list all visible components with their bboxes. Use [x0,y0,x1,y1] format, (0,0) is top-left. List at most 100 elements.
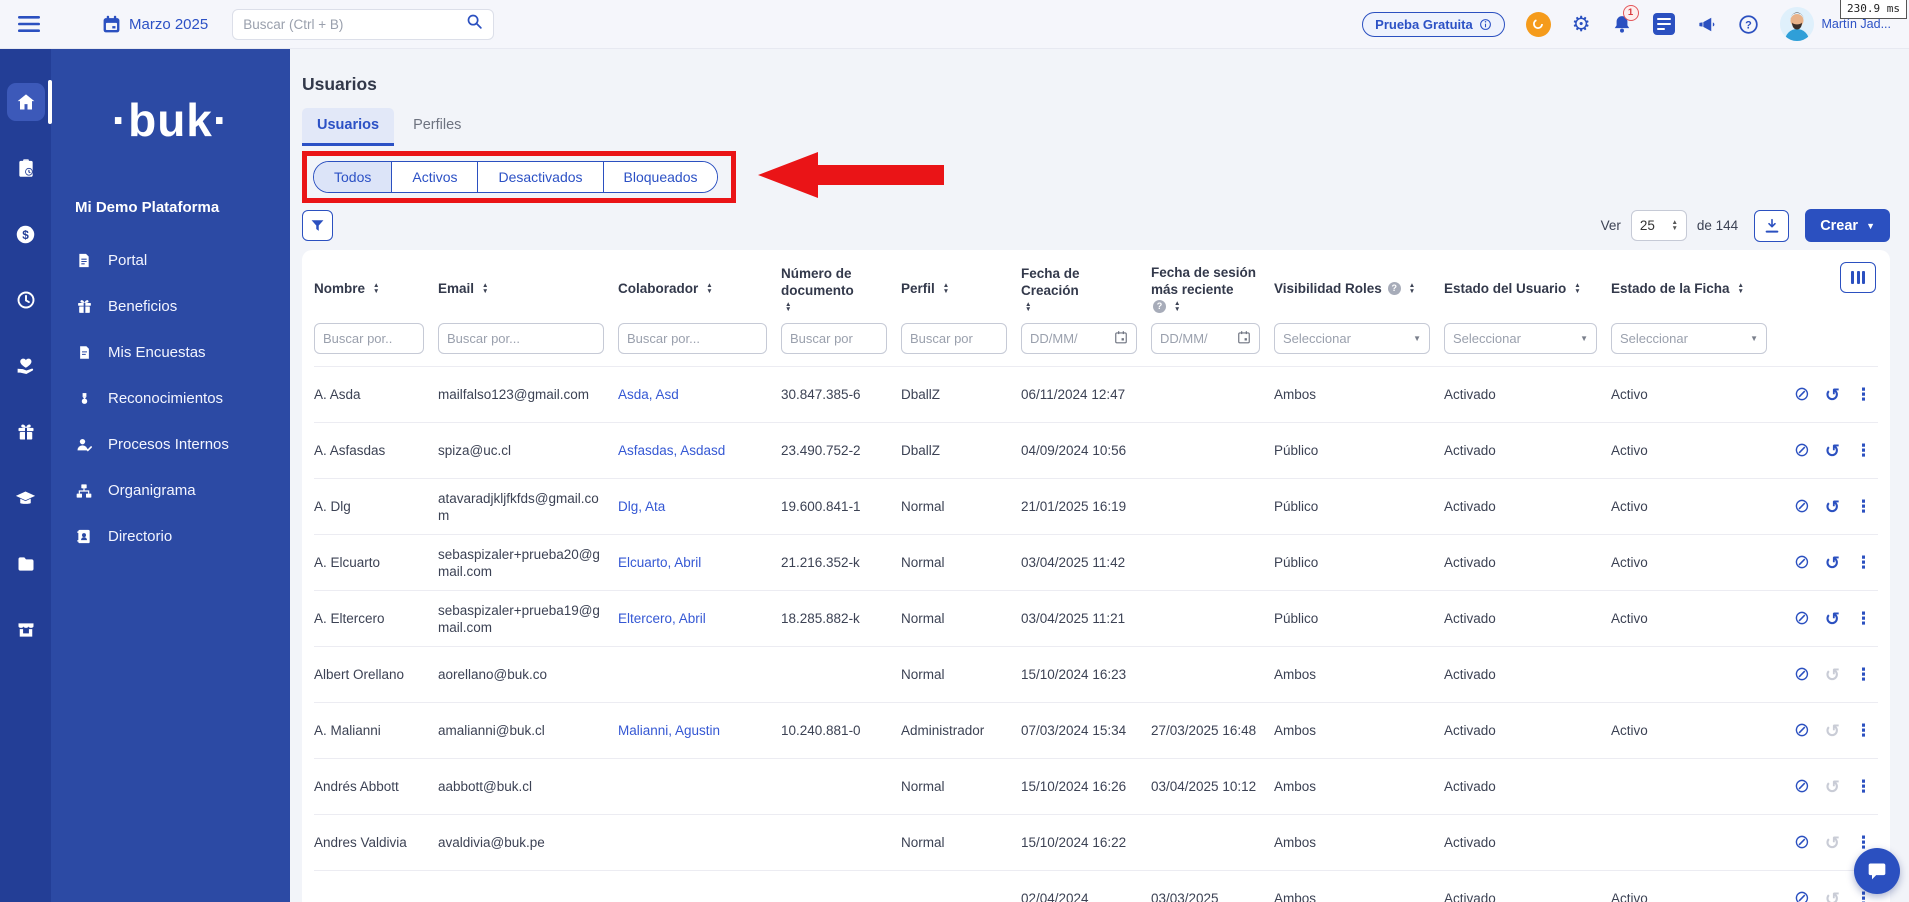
filter-perfil-input[interactable] [901,323,1007,354]
col-header-nombre[interactable]: Nombre ▲ ▼ [314,264,438,313]
cell-colaborador[interactable]: Malianni, Agustin [618,713,781,748]
hamburger-menu-icon[interactable] [18,16,40,32]
rail-clipboard-icon[interactable] [7,149,45,187]
deactivate-user-icon[interactable]: ⊘ [1794,441,1810,460]
filter-nombre-input[interactable] [314,323,424,354]
column-settings-button[interactable] [1840,262,1876,293]
row-menu-icon[interactable]: ⋮ [1855,778,1872,795]
row-menu-icon[interactable]: ⋮ [1855,554,1872,571]
calendar-icon[interactable] [102,15,121,34]
calendar-icon[interactable] [1237,330,1251,347]
sidebar-item-organigrama[interactable]: Organigrama [51,474,290,507]
reset-password-icon[interactable]: ↺ [1825,554,1840,572]
page-size-select[interactable]: 25 ▲ ▼ [1630,210,1687,241]
sidebar-item-mis-encuestas[interactable]: Mis Encuestas [51,336,290,369]
rail-gift-icon[interactable] [7,413,45,451]
deactivate-user-icon[interactable]: ⊘ [1794,609,1810,628]
col-header-estado-ficha[interactable]: Estado de la Ficha ▲ ▼ [1611,264,1781,313]
rail-benefits-hand-icon[interactable] [7,347,45,385]
filter-documento-input[interactable] [781,323,887,354]
sidebar-item-reconocimientos[interactable]: Reconocimientos [51,382,290,415]
cell-perfil: Normal [901,667,945,682]
trial-badge[interactable]: Prueba Gratuita [1362,11,1505,37]
deactivate-user-icon[interactable]: ⊘ [1794,553,1810,572]
global-search-input[interactable] [243,16,467,32]
deactivate-user-icon[interactable]: ⊘ [1794,721,1810,740]
tab-perfiles[interactable]: Perfiles [398,108,476,146]
deactivate-user-icon[interactable]: ⊘ [1794,889,1810,902]
rail-documents-folder-icon[interactable] [7,545,45,583]
reset-password-icon[interactable]: ↺ [1825,610,1840,628]
filter-colaborador-input[interactable] [618,323,767,354]
help-icon[interactable]: ? [1738,14,1759,35]
col-header-email[interactable]: Email ▲ ▼ [438,264,618,313]
reset-password-icon: ↺ [1824,720,1840,741]
rail-time-icon[interactable] [7,281,45,319]
filter-visibilidad-select[interactable]: Seleccionar ▼ [1274,323,1430,354]
col-header-perfil[interactable]: Perfil ▲ ▼ [901,264,1021,313]
rail-home-icon[interactable] [6,80,52,124]
deactivate-user-icon[interactable]: ⊘ [1794,777,1810,796]
tab-usuarios[interactable]: Usuarios [302,108,395,146]
sidebar-item-procesos-internos[interactable]: Procesos Internos [51,428,290,461]
cell-creacion: 04/09/2024 10:56 [1021,443,1127,458]
sidebar-item-beneficios[interactable]: Beneficios [51,290,290,323]
download-button[interactable] [1754,209,1790,242]
rail-store-icon[interactable] [7,611,45,649]
deactivate-user-icon[interactable]: ⊘ [1794,497,1810,516]
search-icon[interactable] [466,13,483,35]
sidebar-item-directorio[interactable]: Directorio [51,520,290,553]
deactivate-user-icon[interactable]: ⊘ [1794,385,1810,404]
row-menu-icon[interactable]: ⋮ [1855,498,1872,515]
filter-estado-ficha-select[interactable]: Seleccionar ▼ [1611,323,1767,354]
row-menu-icon[interactable]: ⋮ [1855,442,1872,459]
col-header-sesion[interactable]: Fecha de sesión más reciente? ▲ ▼ [1151,264,1274,313]
rail-payments-icon[interactable]: $ [7,215,45,253]
tasks-list-icon[interactable] [1652,13,1675,35]
announcements-megaphone-icon[interactable] [1696,15,1717,34]
reset-password-icon[interactable]: ↺ [1825,386,1840,404]
filter-activos-button[interactable]: Activos [391,162,478,192]
deactivate-user-icon[interactable]: ⊘ [1794,833,1810,852]
settings-gear-icon[interactable]: ⚙ [1572,14,1591,35]
filter-email-input[interactable] [438,323,604,354]
notifications-bell-icon[interactable]: 1 [1612,4,1639,35]
orange-app-icon[interactable] [1525,11,1551,37]
row-menu-icon[interactable]: ⋮ [1855,610,1872,627]
filter-creacion-date-input[interactable]: DD/MM/ [1021,323,1137,354]
col-header-creacion[interactable]: Fecha de Creación ▲ ▼ [1021,264,1151,313]
sidebar-item-portal[interactable]: Portal [51,244,290,277]
filter-funnel-button[interactable] [302,210,333,241]
cell-colaborador[interactable]: Elcuarto, Abril [618,545,781,580]
topbar-actions: Prueba Gratuita ⚙ 1 ? Martín Jad... [1362,4,1909,41]
row-menu-icon[interactable]: ⋮ [1855,386,1872,403]
col-header-colaborador[interactable]: Colaborador ▲ ▼ [618,264,781,313]
reset-password-icon[interactable]: ↺ [1825,442,1840,460]
filter-desactivados-button[interactable]: Desactivados [477,162,603,192]
filter-todos-button[interactable]: Todos [314,162,392,192]
deactivate-user-icon[interactable]: ⊘ [1794,665,1810,684]
col-header-visibilidad[interactable]: Visibilidad Roles? ▲ ▼ [1274,264,1444,313]
chat-fab-button[interactable] [1854,848,1900,894]
calendar-icon[interactable] [1114,330,1128,347]
filter-bloqueados-button[interactable]: Bloqueados [602,162,718,192]
cell-colaborador[interactable]: Asda, Asd [618,377,781,412]
cell-colaborador[interactable]: Eltercero, Abril [618,601,781,636]
reset-password-icon: ↺ [1824,664,1840,685]
table-row: A. Eltercero sebaspizaler+prueba19@gmail.… [314,590,1878,646]
row-menu-icon[interactable]: ⋮ [1855,722,1872,739]
filter-estado-usuario-select[interactable]: Seleccionar ▼ [1444,323,1597,354]
crear-button[interactable]: Crear ▼ [1805,209,1890,242]
reset-password-icon[interactable]: ↺ [1825,498,1840,516]
filter-sesion-date-input[interactable]: DD/MM/ [1151,323,1260,354]
avatar[interactable] [1779,7,1814,41]
cell-perfil: Administrador [901,723,985,738]
cell-colaborador[interactable]: Asfasdas, Asdasd [618,433,781,468]
rail-training-cap-icon[interactable] [7,479,45,517]
global-search[interactable] [232,8,495,40]
current-month[interactable]: Marzo 2025 [129,16,208,33]
row-menu-icon[interactable]: ⋮ [1855,666,1872,683]
col-header-estado-usuario[interactable]: Estado del Usuario ▲ ▼ [1444,264,1611,313]
col-header-documento[interactable]: Número de documento ▲ ▼ [781,264,901,313]
cell-colaborador[interactable]: Dlg, Ata [618,489,781,524]
